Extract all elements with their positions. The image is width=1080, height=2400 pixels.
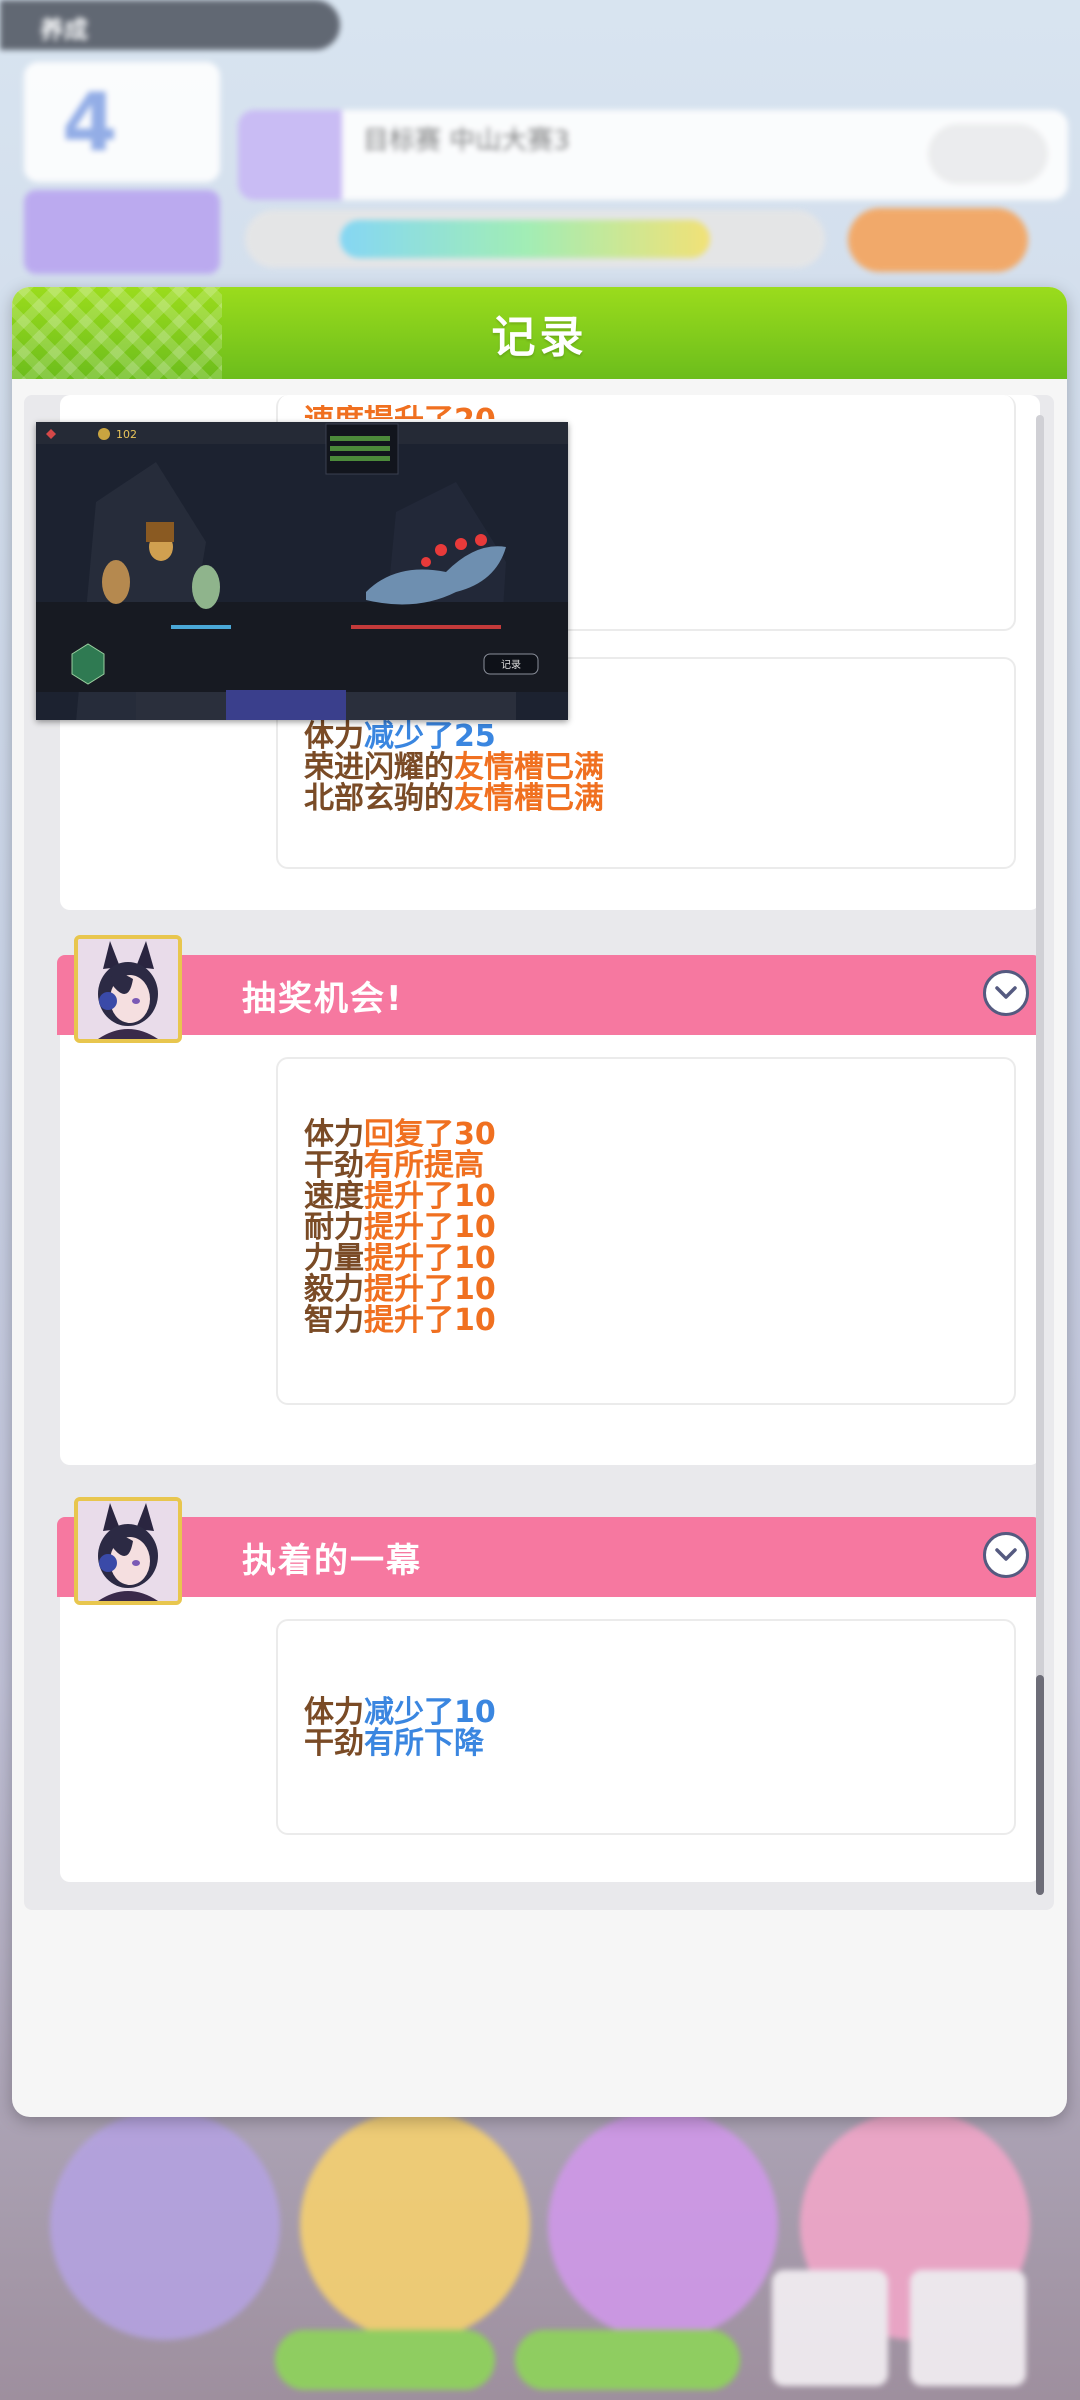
result-line: 体力减少了25	[304, 719, 496, 754]
result-line: 体力回复了30	[304, 1117, 496, 1152]
background-square-button	[772, 2270, 888, 2386]
character-avatar	[74, 935, 182, 1043]
background-goal-text: 目标赛 中山大赛3	[363, 126, 570, 156]
result-box: 体力回复了30 干劲有所提高 速度提升了10 耐力提升了10 力量提升了10 毅…	[276, 1057, 1016, 1405]
game-screenshot-overlay[interactable]: 102 记录	[36, 422, 568, 720]
modal-header: 记录	[12, 287, 1067, 379]
background-menu-circle	[50, 2110, 280, 2340]
result-line: 速度提升了10	[304, 1179, 496, 1214]
result-line: 干劲有所提高	[304, 1148, 484, 1183]
background-energy-bar	[245, 210, 825, 268]
background-turn-number: 4	[62, 76, 118, 169]
result-lines: 体力减少了25 荣进闪耀的友情槽已满 北部玄驹的友情槽已满	[304, 721, 604, 814]
result-box: 体力减少了10 干劲有所下降	[276, 1619, 1016, 1835]
game-record-button-label: 记录	[501, 659, 521, 671]
background-green-pill	[275, 2330, 495, 2390]
result-line: 力量提升了10	[304, 1241, 496, 1276]
game-gold-text: 102	[116, 428, 137, 441]
background-goal-button	[928, 124, 1048, 184]
result-lines: 体力回复了30 干劲有所提高 速度提升了10 耐力提升了10 力量提升了10 毅…	[304, 1119, 496, 1336]
background-turn-counter: 4	[24, 62, 220, 182]
header-pattern	[12, 287, 222, 379]
background-orange-button	[848, 208, 1028, 272]
background-menu-circle	[548, 2110, 778, 2340]
result-line: 北部玄驹的友情槽已满	[304, 781, 604, 816]
background-top-bar: 养成	[0, 0, 340, 50]
result-line-clipped: 速度提升了20	[304, 405, 496, 419]
result-line: 荣进闪耀的友情槽已满	[304, 750, 604, 785]
background-goal-icon	[238, 110, 342, 200]
background-menu-circle	[300, 2110, 530, 2340]
chevron-down-icon[interactable]	[983, 970, 1029, 1016]
result-lines: 体力减少了10 干劲有所下降	[304, 1697, 496, 1759]
background-goal-panel: 目标赛 中山大赛3	[238, 110, 1068, 200]
scrollbar-track[interactable]	[1036, 415, 1044, 1895]
background-info-panel	[24, 190, 220, 274]
character-avatar	[74, 1497, 182, 1605]
scrollbar-thumb[interactable]	[1036, 1675, 1044, 1895]
character-portrait-icon	[78, 939, 178, 1039]
result-line: 干劲有所下降	[304, 1726, 484, 1761]
game-scene-image: 102 记录	[36, 422, 568, 720]
modal-title: 记录	[491, 312, 588, 363]
background-energy-fill	[340, 220, 710, 258]
result-lines: 速度提升了20	[304, 405, 496, 419]
entry-header[interactable]: 抽奖机会!	[57, 955, 1041, 1035]
background-top-bar-text: 养成	[40, 16, 88, 44]
gold-icon	[98, 428, 110, 440]
result-line: 智力提升了10	[304, 1303, 496, 1338]
entry-title: 抽奖机会!	[242, 979, 404, 1019]
background-green-pill	[515, 2330, 740, 2390]
result-line: 耐力提升了10	[304, 1210, 496, 1245]
entry-title: 执着的一幕	[242, 1541, 422, 1581]
background-square-button	[910, 2270, 1026, 2386]
chevron-down-icon[interactable]	[983, 1532, 1029, 1578]
entry-header[interactable]: 执着的一幕	[57, 1517, 1041, 1597]
result-line: 毅力提升了10	[304, 1272, 496, 1307]
result-line: 体力减少了10	[304, 1695, 496, 1730]
character-portrait-icon	[78, 1501, 178, 1601]
